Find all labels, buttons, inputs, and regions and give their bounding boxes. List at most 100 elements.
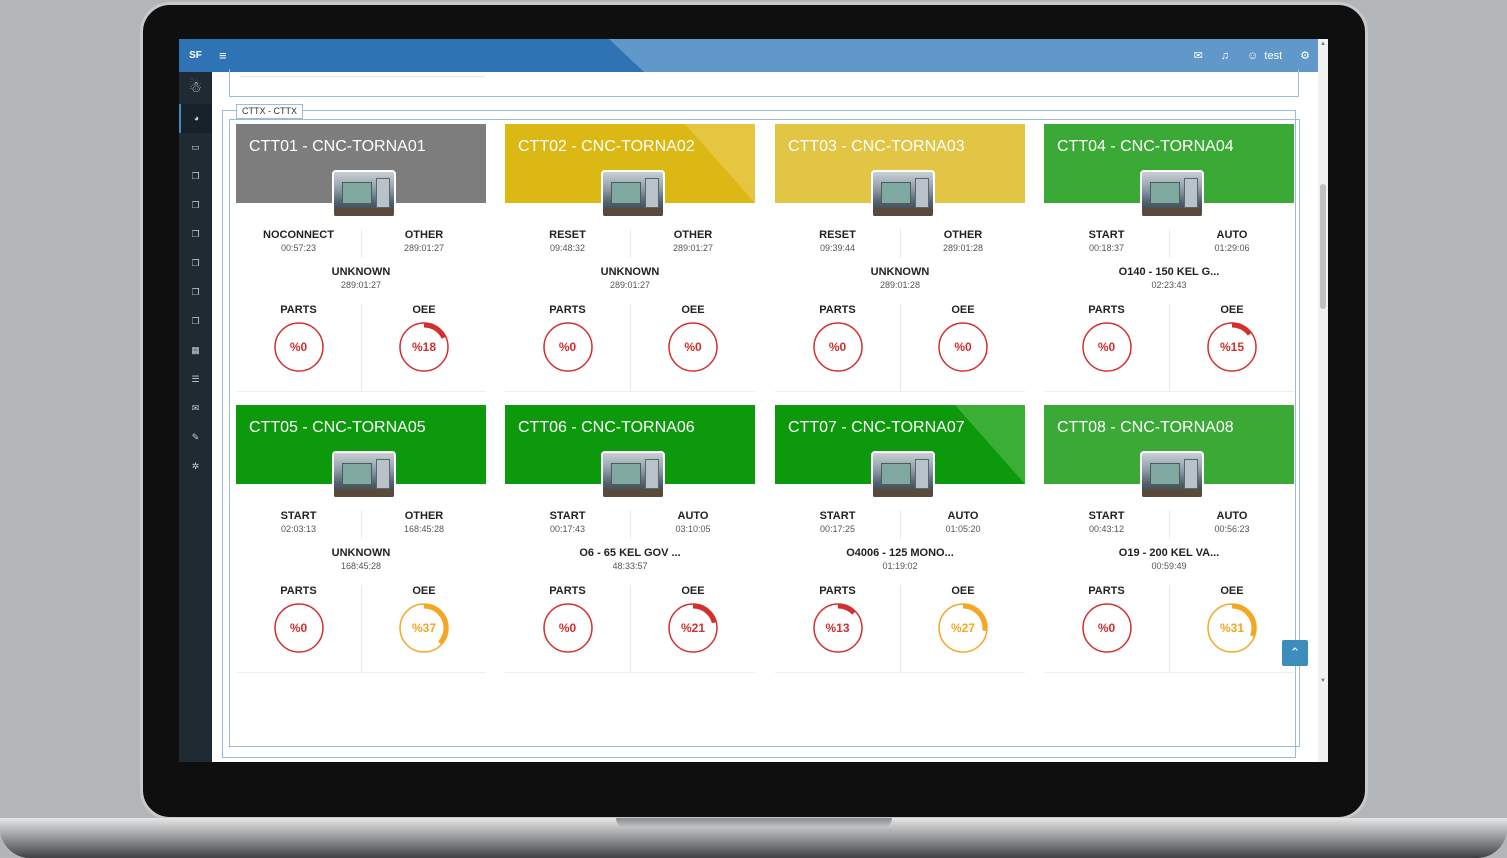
- mode-status: AUTO: [1216, 510, 1248, 522]
- hamburger-icon[interactable]: ≡: [219, 47, 227, 64]
- sidebar-item-6[interactable]: ❐: [179, 278, 212, 307]
- mode-status: AUTO: [947, 510, 979, 522]
- signal-cell: RESET 09:39:44: [775, 229, 900, 258]
- sidebar-item-5[interactable]: ❐: [179, 249, 212, 278]
- signal-status: START: [549, 510, 586, 522]
- bell-icon[interactable]: ♫: [1221, 50, 1229, 62]
- parts-percent: %0: [1097, 621, 1116, 635]
- mode-status: AUTO: [677, 510, 709, 522]
- signal-status: START: [280, 510, 317, 522]
- sidebar-item-4[interactable]: ❐: [179, 220, 212, 249]
- copy-icon: ❐: [191, 229, 200, 239]
- machine-title[interactable]: CTT08 - CNC-TORNA08: [1057, 419, 1234, 437]
- header-accent: [955, 405, 1025, 484]
- oee-label: OEE: [681, 585, 705, 597]
- parts-label: PARTS: [1088, 304, 1125, 316]
- signal-duration: 09:48:32: [549, 243, 586, 253]
- sidebar-item-7[interactable]: ❐: [179, 307, 212, 336]
- signal-status: START: [1088, 229, 1125, 241]
- signal-status: START: [819, 510, 856, 522]
- oee-gauge: %21: [666, 601, 720, 655]
- scroll-up-icon[interactable]: ▲: [1320, 41, 1326, 47]
- machine-title[interactable]: CTT02 - CNC-TORNA02: [518, 138, 695, 156]
- mode-duration: 00:56:23: [1214, 524, 1250, 534]
- program-row: O140 - 150 KEL G... 02:23:43: [1044, 266, 1294, 291]
- brand-logo[interactable]: SF: [179, 39, 212, 72]
- mode-status: OTHER: [943, 229, 983, 241]
- parts-cell: PARTS %0: [775, 304, 900, 392]
- machine-card[interactable]: CTT08 - CNC-TORNA08 START 00:43:12 AUTO …: [1044, 405, 1294, 673]
- pencil-icon: ✎: [191, 432, 200, 442]
- oee-label: OEE: [412, 304, 436, 316]
- scroll-down-icon[interactable]: ▼: [1320, 678, 1326, 684]
- program-cell: UNKNOWN 289:01:27: [236, 266, 486, 291]
- signal-cell: START 00:17:43: [505, 510, 630, 539]
- program-name: O140 - 150 KEL G...: [1118, 266, 1220, 278]
- status-row: START 00:18:37 AUTO 01:29:06: [1044, 229, 1294, 258]
- sidebar-item-3[interactable]: ❐: [179, 191, 212, 220]
- scrollbar-thumb[interactable]: [1320, 184, 1326, 309]
- mode-duration: 289:01:27: [672, 243, 714, 253]
- machine-card[interactable]: CTT01 - CNC-TORNA01 NOCONNECT 00:57:23 O…: [236, 124, 486, 392]
- previous-panel: [229, 69, 1299, 97]
- program-name: UNKNOWN: [331, 266, 391, 278]
- program-name: UNKNOWN: [600, 266, 660, 278]
- machine-photo: [601, 451, 665, 499]
- user-menu[interactable]: ☺ test: [1247, 50, 1282, 62]
- mode-duration: 289:01:28: [942, 243, 984, 253]
- sidebar-item-11[interactable]: ✎: [179, 423, 212, 452]
- oee-gauge: %0: [666, 320, 720, 374]
- program-row: UNKNOWN 289:01:27: [236, 266, 486, 291]
- machine-card[interactable]: CTT07 - CNC-TORNA07 START 00:17:25 AUTO …: [775, 405, 1025, 673]
- gears-icon[interactable]: ⚙: [1300, 49, 1310, 62]
- mail-icon[interactable]: ✉: [1194, 49, 1203, 62]
- parts-label: PARTS: [549, 304, 586, 316]
- oee-percent: %27: [950, 621, 976, 635]
- parts-gauge: %0: [541, 320, 595, 374]
- navbar-right: ✉ ♫ ☺ test ⚙: [1194, 39, 1310, 72]
- machine-card[interactable]: CTT06 - CNC-TORNA06 START 00:17:43 AUTO …: [505, 405, 755, 673]
- machine-title[interactable]: CTT06 - CNC-TORNA06: [518, 419, 695, 437]
- program-cell: UNKNOWN 289:01:27: [505, 266, 755, 291]
- parts-label: PARTS: [549, 585, 586, 597]
- copy-icon: ❐: [191, 200, 200, 210]
- machine-title[interactable]: CTT05 - CNC-TORNA05: [249, 419, 426, 437]
- machine-photo: [1140, 451, 1204, 499]
- machine-card[interactable]: CTT03 - CNC-TORNA03 RESET 09:39:44 OTHER…: [775, 124, 1025, 392]
- signal-status: NOCONNECT: [263, 229, 334, 241]
- oee-label: OEE: [1220, 304, 1244, 316]
- sidebar-item-2[interactable]: ❐: [179, 162, 212, 191]
- sidebar-item-10[interactable]: ✉: [179, 394, 212, 423]
- machine-card[interactable]: CTT04 - CNC-TORNA04 START 00:18:37 AUTO …: [1044, 124, 1294, 392]
- program-duration: 289:01:28: [879, 280, 921, 290]
- program-row: O6 - 65 KEL GOV ... 48:33:57: [505, 547, 755, 572]
- scroll-to-top-button[interactable]: ⌃: [1282, 640, 1308, 666]
- parts-gauge: %0: [272, 320, 326, 374]
- gear-icon: ✲: [191, 461, 200, 471]
- machine-title[interactable]: CTT04 - CNC-TORNA04: [1057, 138, 1234, 156]
- oee-cell: OEE %31: [1169, 585, 1294, 673]
- sidebar-item-0[interactable]: ◕: [179, 104, 212, 133]
- sidebar-item-1[interactable]: ▭: [179, 133, 212, 162]
- sidebar-item-9[interactable]: ☰: [179, 365, 212, 394]
- sidebar-item-8[interactable]: ▦: [179, 336, 212, 365]
- machine-title[interactable]: CTT03 - CNC-TORNA03: [788, 138, 965, 156]
- user-avatar-icon[interactable]: ☃: [179, 72, 212, 104]
- copy-icon: ❐: [191, 171, 200, 181]
- laptop-notch: [616, 818, 892, 828]
- machine-card[interactable]: CTT05 - CNC-TORNA05 START 02:03:13 OTHER…: [236, 405, 486, 673]
- program-duration: 48:33:57: [612, 561, 648, 571]
- machine-title[interactable]: CTT01 - CNC-TORNA01: [249, 138, 426, 156]
- kpi-row: PARTS %0 OEE %18: [236, 304, 486, 392]
- oee-cell: OEE %21: [630, 585, 755, 673]
- machine-title[interactable]: CTT07 - CNC-TORNA07: [788, 419, 965, 437]
- oee-label: OEE: [1220, 585, 1244, 597]
- oee-gauge: %0: [936, 320, 990, 374]
- program-name: UNKNOWN: [331, 547, 391, 559]
- scrollbar[interactable]: ▲ ▼: [1318, 39, 1328, 762]
- program-duration: 289:01:27: [609, 280, 651, 290]
- oee-percent: %31: [1219, 621, 1245, 635]
- machine-card[interactable]: CTT02 - CNC-TORNA02 RESET 09:48:32 OTHER…: [505, 124, 755, 392]
- program-name: O19 - 200 KEL VA...: [1118, 547, 1220, 559]
- sidebar-item-12[interactable]: ✲: [179, 452, 212, 481]
